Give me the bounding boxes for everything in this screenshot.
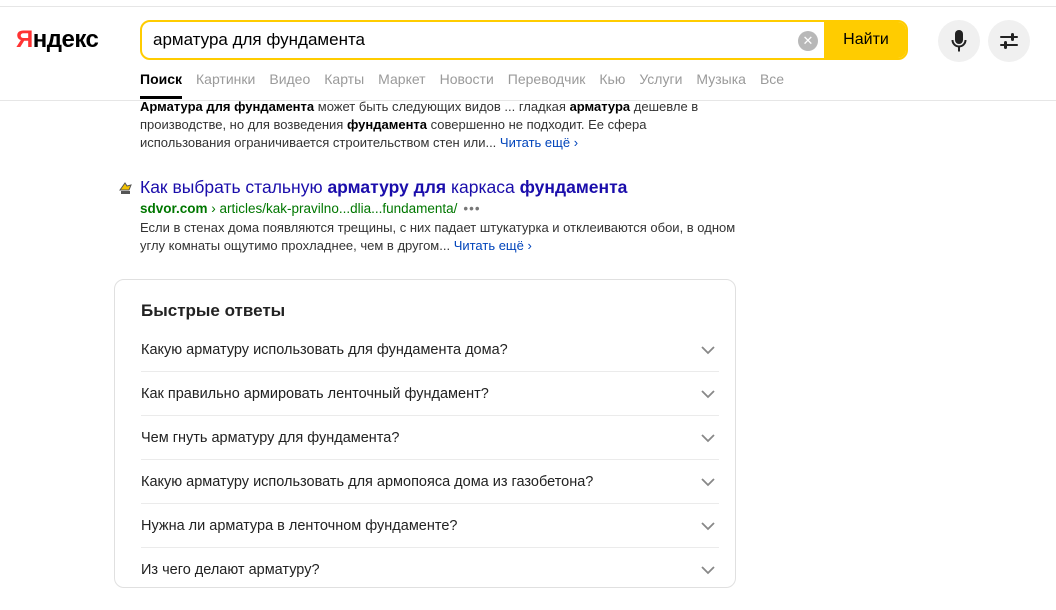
result-domain-link[interactable]: sdvor.com bbox=[140, 201, 208, 216]
quick-answers-title: Быстрые ответы bbox=[141, 301, 286, 320]
chevron-down-icon bbox=[701, 433, 715, 442]
question-text: Как правильно армировать ленточный фунда… bbox=[141, 385, 489, 402]
top-border bbox=[0, 6, 1056, 7]
tab-services[interactable]: Услуги bbox=[639, 71, 682, 99]
site-favicon-icon bbox=[119, 182, 132, 194]
voice-search-button[interactable] bbox=[938, 20, 980, 62]
result-snippet: Если в стенах дома появляются трещины, с… bbox=[140, 219, 740, 255]
snippet-line: Арматура для фундамента может быть следу… bbox=[140, 99, 699, 114]
quick-answers-card: Быстрые ответы Какую арматуру использова… bbox=[114, 279, 736, 588]
tab-search[interactable]: Поиск bbox=[140, 71, 183, 99]
sliders-icon bbox=[1000, 33, 1018, 49]
prev-result-snippet: Арматура для фундамента может быть следу… bbox=[140, 98, 740, 152]
quick-answer-item[interactable]: Как правильно армировать ленточный фунда… bbox=[141, 372, 719, 416]
snippet-line: производстве, но для возведения фундамен… bbox=[140, 117, 647, 132]
tab-images[interactable]: Картинки bbox=[196, 71, 255, 99]
quick-answer-item[interactable]: Чем гнуть арматуру для фундамента? bbox=[141, 416, 719, 460]
tab-translator[interactable]: Переводчик bbox=[508, 71, 586, 99]
snippet-line: Если в стенах дома появляются трещины, с… bbox=[140, 220, 736, 235]
quick-answer-item[interactable]: Нужна ли арматура в ленточном фундаменте… bbox=[141, 504, 719, 548]
search-tabs: Поиск Картинки Видео Карты Маркет Новост… bbox=[140, 71, 798, 99]
tab-maps[interactable]: Карты bbox=[324, 71, 364, 99]
quick-answer-item[interactable]: Какую арматуру использовать для фундамен… bbox=[141, 328, 719, 372]
question-text: Чем гнуть арматуру для фундамента? bbox=[141, 429, 400, 446]
result-path-link[interactable]: articles/kak-pravilno...dlia...fundament… bbox=[220, 201, 458, 216]
tab-market[interactable]: Маркет bbox=[378, 71, 425, 99]
question-text: Какую арматуру использовать для фундамен… bbox=[141, 341, 508, 358]
question-text: Нужна ли арматура в ленточном фундаменте… bbox=[141, 517, 458, 534]
read-more-link[interactable]: Читать ещё › bbox=[500, 135, 578, 150]
yandex-logo[interactable]: Яндекс bbox=[16, 26, 99, 54]
snippet-line: углу комнаты ощутимо прохладнее, чем в д… bbox=[140, 238, 532, 253]
question-text: Из чего делают арматуру? bbox=[141, 561, 320, 578]
clear-search-icon[interactable]: ✕ bbox=[798, 31, 818, 51]
search-box: ✕ Найти bbox=[140, 20, 908, 60]
tab-music[interactable]: Музыка bbox=[696, 71, 746, 99]
chevron-down-icon bbox=[701, 345, 715, 354]
url-separator: › bbox=[207, 201, 220, 216]
read-more-link[interactable]: Читать ещё › bbox=[454, 238, 532, 253]
quick-answer-item[interactable]: Из чего делают арматуру? bbox=[141, 548, 719, 591]
snippet-line: использования ограничивается строительст… bbox=[140, 135, 579, 150]
search-button[interactable]: Найти bbox=[824, 22, 906, 58]
tab-q[interactable]: Кью bbox=[599, 71, 625, 99]
tab-all[interactable]: Все bbox=[760, 71, 784, 99]
logo-rest: ндекс bbox=[32, 26, 99, 53]
chevron-down-icon bbox=[701, 565, 715, 574]
quick-answer-item[interactable]: Какую арматуру использовать для армопояс… bbox=[141, 460, 719, 504]
more-options-icon[interactable]: ••• bbox=[463, 201, 480, 216]
microphone-icon bbox=[951, 30, 967, 52]
question-text: Какую арматуру использовать для армопояс… bbox=[141, 473, 594, 490]
logo-first-letter: Я bbox=[16, 26, 33, 53]
chevron-down-icon bbox=[701, 477, 715, 486]
tab-news[interactable]: Новости bbox=[440, 71, 494, 99]
search-input[interactable] bbox=[153, 22, 793, 58]
filters-button[interactable] bbox=[988, 20, 1030, 62]
result-title-link[interactable]: Как выбрать стальную арматуру для каркас… bbox=[140, 177, 627, 198]
chevron-down-icon bbox=[701, 521, 715, 530]
tab-video[interactable]: Видео bbox=[269, 71, 310, 99]
result-url: sdvor.com › articles/kak-pravilno...dlia… bbox=[140, 201, 481, 216]
chevron-down-icon bbox=[701, 389, 715, 398]
quick-answers-list: Какую арматуру использовать для фундамен… bbox=[141, 328, 719, 591]
